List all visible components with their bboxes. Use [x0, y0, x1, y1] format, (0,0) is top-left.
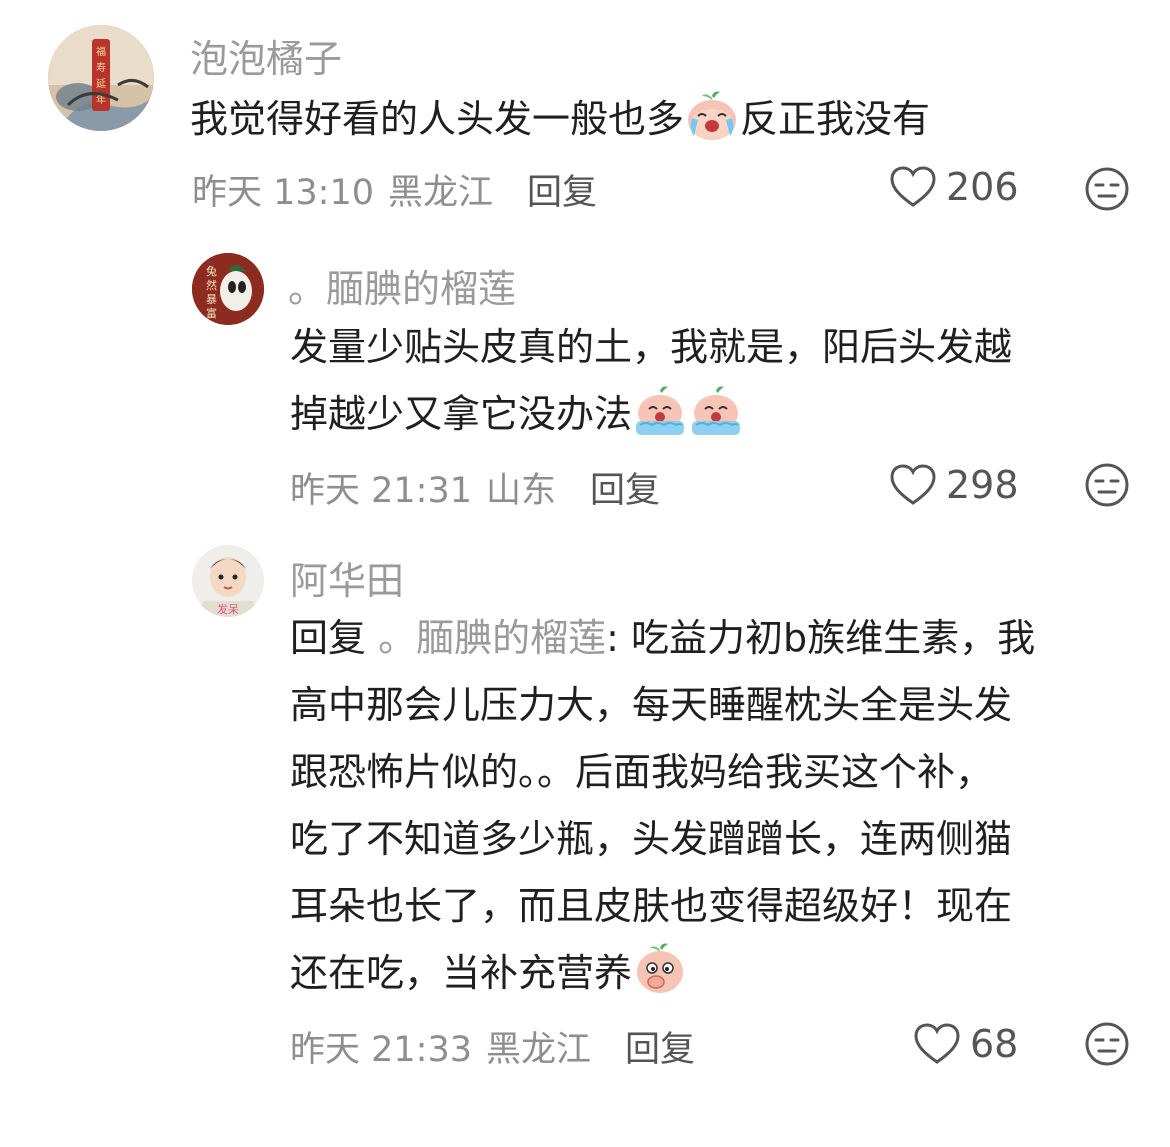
reply-meta: 昨天 21:31 山东 回复: [290, 462, 660, 513]
avatar-image-icon: 兔 然 暴 富: [192, 253, 264, 325]
reply-username[interactable]: 阿华田: [290, 550, 404, 605]
avatar-image-icon: 福 寿 延 年: [48, 25, 154, 131]
dislike-button[interactable]: [1084, 462, 1130, 512]
svg-text:然: 然: [206, 278, 217, 292]
comment-time: 昨天 13:10: [192, 173, 374, 213]
neutral-face-icon: [1085, 167, 1129, 211]
reply-button[interactable]: 回复: [527, 164, 597, 215]
reply-text-line: 掉越少又拿它没办法: [290, 392, 633, 436]
reply-text-line: : 吃益力初b族维生素，我: [606, 616, 1036, 660]
like-button[interactable]: 206: [890, 165, 1019, 209]
reply-time: 昨天 21:33: [290, 1030, 472, 1070]
like-button[interactable]: 298: [890, 463, 1019, 507]
like-count: 68: [970, 1022, 1019, 1066]
user-avatar[interactable]: 兔 然 暴 富: [192, 253, 264, 325]
thinking-peach-emoji-icon: [632, 942, 688, 1017]
avatar-image-icon: 发呆: [192, 545, 264, 617]
svg-text:富: 富: [206, 306, 217, 320]
dislike-button[interactable]: [1084, 1021, 1130, 1071]
user-avatar[interactable]: 福 寿 延 年: [48, 25, 154, 131]
reply-text-line: 跟恐怖片似的。。后面我妈给我买这个补，: [290, 750, 994, 794]
reply-text-line: 还在吃，当补充营养: [290, 951, 633, 995]
reply-prefix: 回复: [290, 616, 367, 660]
reply-username[interactable]: 。腼腆的榴莲: [288, 258, 516, 313]
crying-peach-emoji-icon: [688, 385, 744, 458]
reply-meta: 昨天 21:33 黑龙江 回复: [290, 1021, 695, 1072]
svg-text:寿: 寿: [96, 61, 106, 74]
neutral-face-icon: [1085, 463, 1129, 507]
user-avatar[interactable]: 发呆: [192, 545, 264, 617]
comment-text-line: 我觉得好看的人头发一般也多: [190, 97, 685, 141]
reply-text-line-with-emoji: 还在吃，当补充营养: [290, 940, 1120, 1017]
svg-text:暴: 暴: [206, 293, 217, 306]
comment-text-line: 反正我没有: [740, 97, 931, 141]
like-count: 206: [946, 165, 1019, 209]
neutral-face-icon: [1085, 1022, 1129, 1066]
like-button[interactable]: 68: [914, 1022, 1018, 1066]
reply-text-line-with-emoji: 掉越少又拿它没办法: [290, 381, 1120, 458]
comment-username[interactable]: 泡泡橘子: [190, 28, 342, 83]
heart-icon: [890, 166, 936, 207]
svg-text:延: 延: [96, 78, 106, 90]
like-count: 298: [946, 463, 1019, 507]
reply-text-line: 高中那会儿压力大，每天睡醒枕头全是头发: [290, 683, 1013, 727]
reply-location: 黑龙江: [486, 1030, 592, 1070]
svg-text:福: 福: [96, 45, 106, 58]
reply-button[interactable]: 回复: [625, 1021, 695, 1072]
heart-icon: [914, 1023, 960, 1064]
comment-location: 黑龙江: [388, 173, 494, 213]
reply-text: 发量少贴头皮真的土，我就是，阳后头发越 掉越少又拿它没办法: [290, 314, 1120, 458]
svg-text:兔: 兔: [206, 264, 217, 278]
heart-icon: [890, 464, 936, 505]
reply-to-username[interactable]: 。腼腆的榴莲: [378, 616, 606, 660]
reply-text-line: 耳朵也长了，而且皮肤也变得超级好！现在: [290, 884, 1013, 928]
dislike-button[interactable]: [1084, 166, 1130, 216]
reply-location: 山东: [486, 471, 557, 511]
crying-peach-emoji-icon: [684, 90, 740, 163]
comment-text: 我觉得好看的人头发一般也多 反正我没有: [190, 86, 1090, 163]
comment-meta: 昨天 13:10 黑龙江 回复: [192, 164, 597, 215]
reply-button[interactable]: 回复: [590, 462, 660, 513]
reply-text: 回复 。腼腆的榴莲: 吃益力初b族维生素，我 高中那会儿压力大，每天睡醒枕头全是…: [290, 605, 1120, 1017]
reply-text-line: 发量少贴头皮真的土，我就是，阳后头发越: [290, 325, 1013, 369]
reply-time: 昨天 21:31: [290, 471, 472, 511]
reply-text-line: 吃了不知道多少瓶，头发蹭蹭长，连两侧猫: [290, 817, 1013, 861]
reply-text-first-line: 回复 。腼腆的榴莲: 吃益力初b族维生素，我: [290, 605, 1120, 672]
svg-text:发呆: 发呆: [217, 602, 239, 616]
crying-peach-emoji-icon: [632, 385, 688, 458]
